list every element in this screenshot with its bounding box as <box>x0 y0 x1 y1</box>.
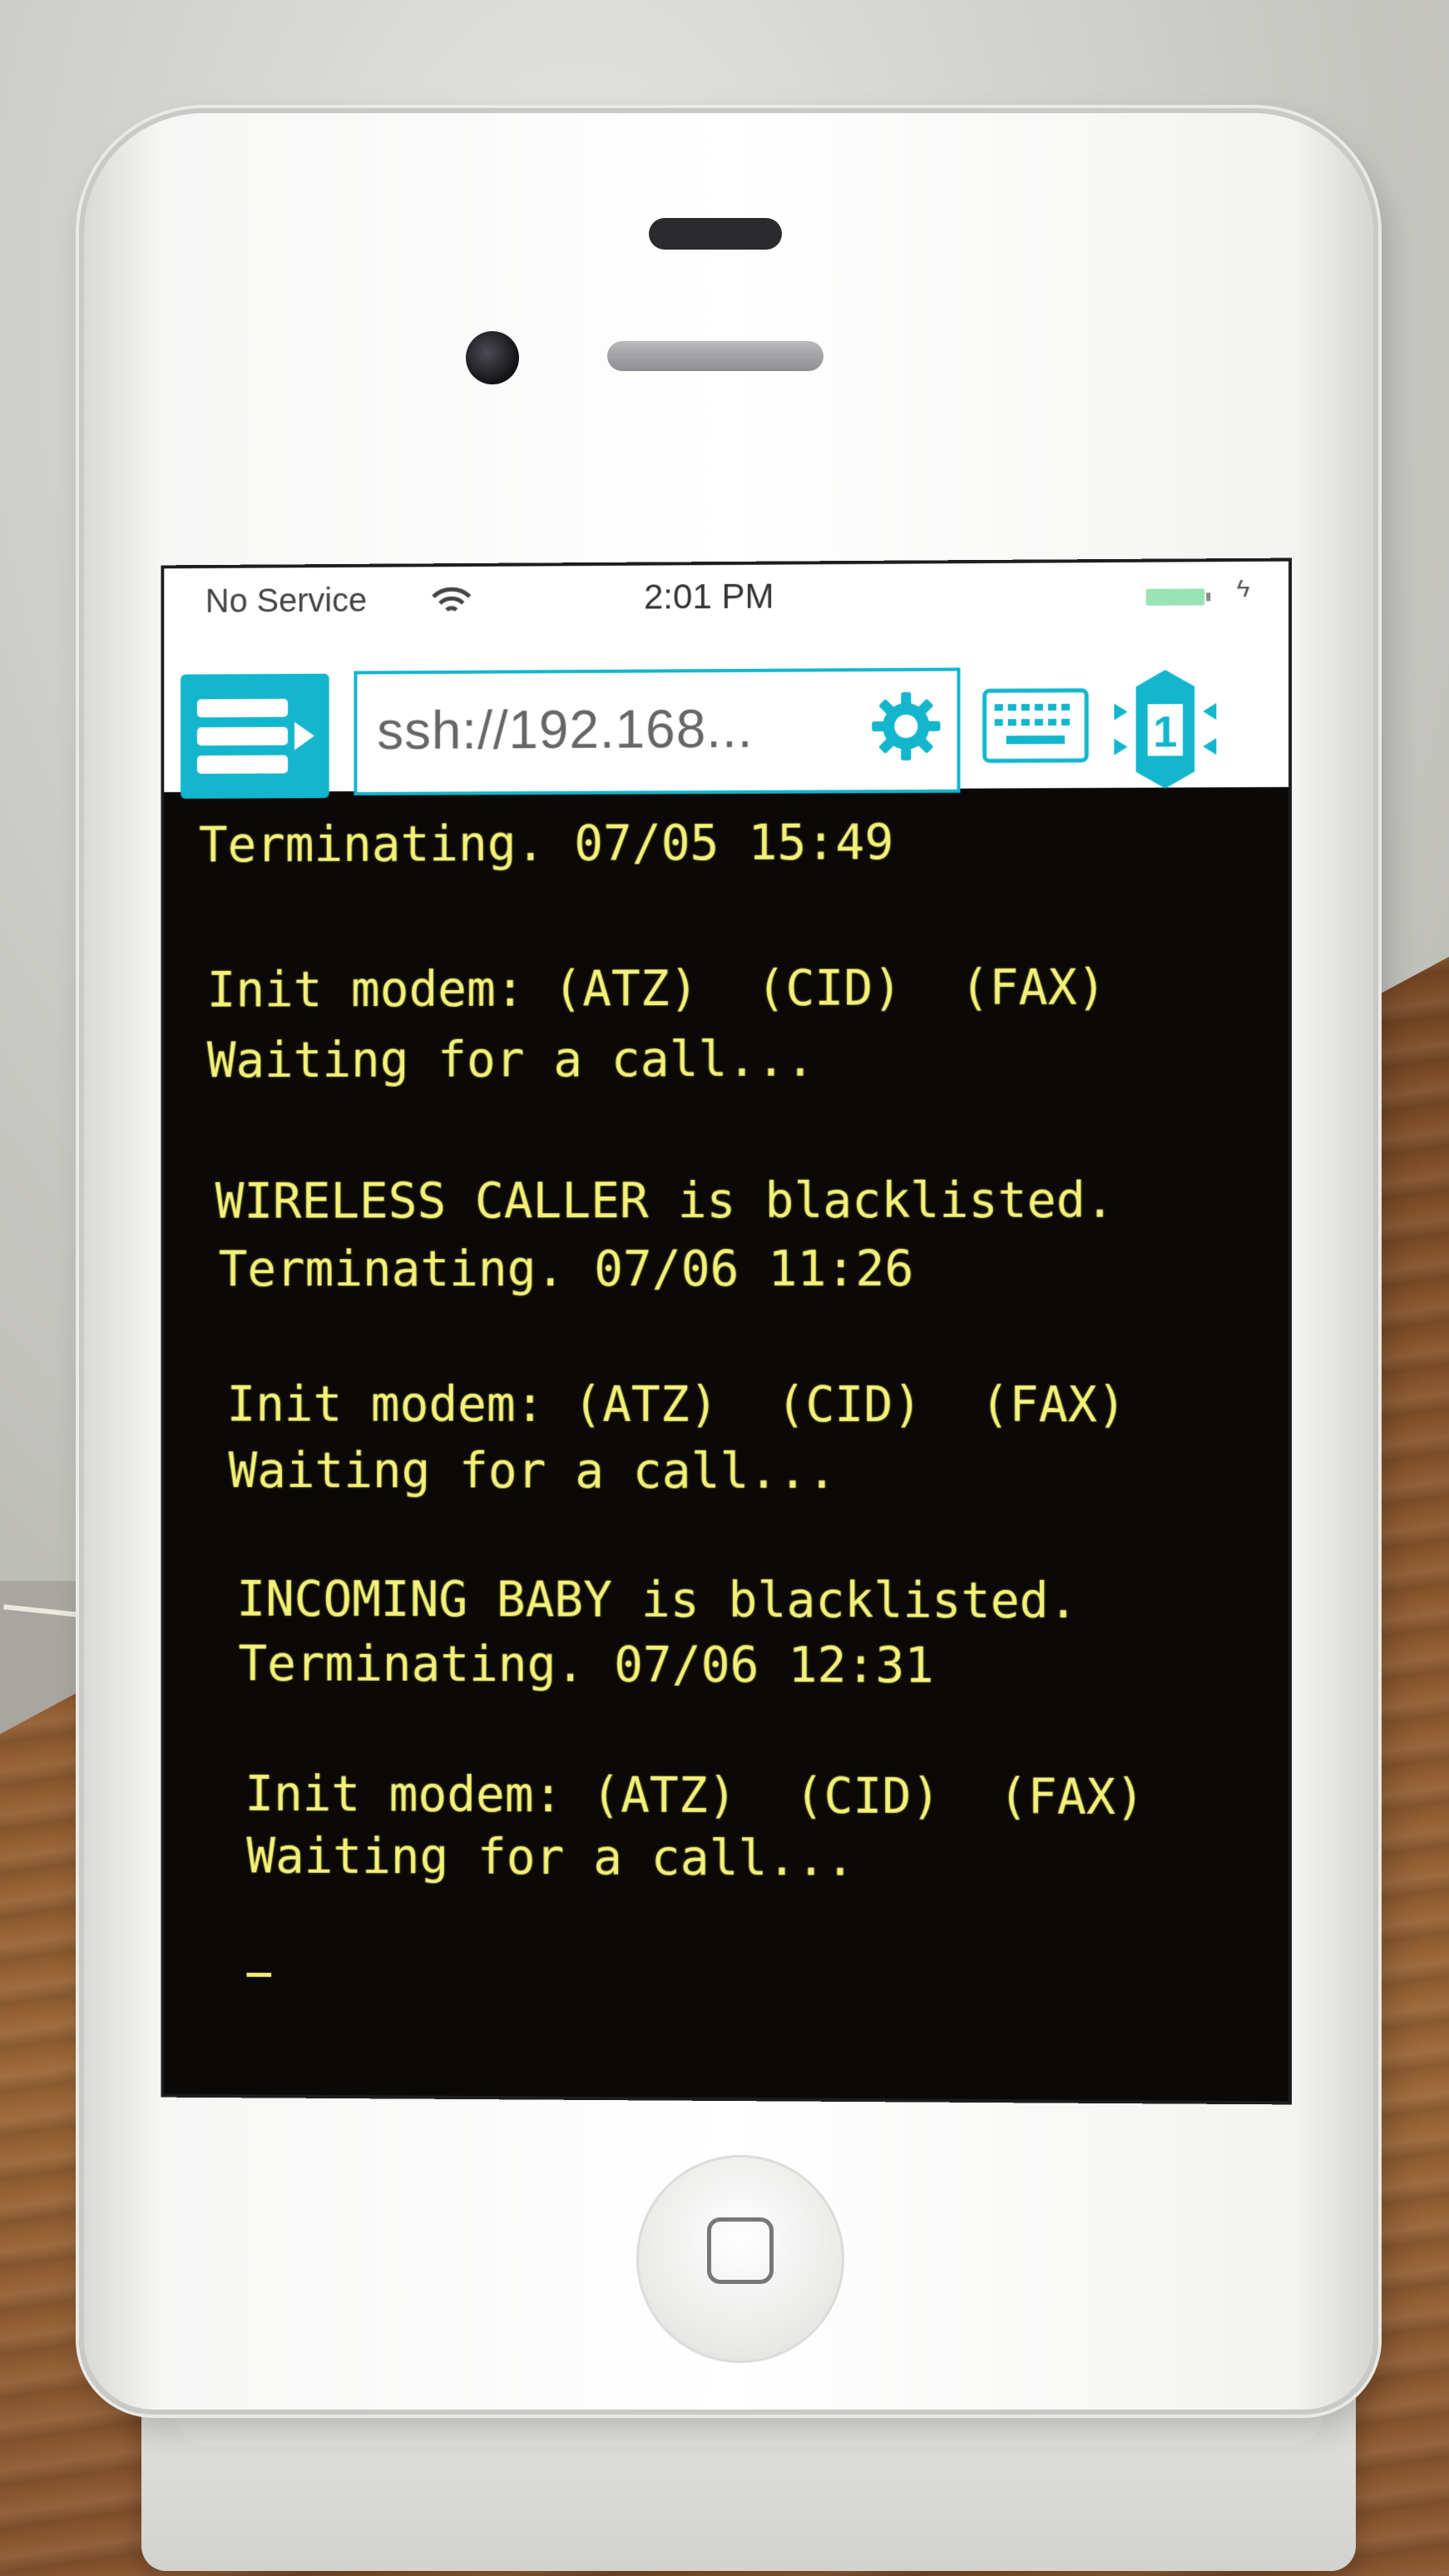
gear-icon[interactable] <box>868 689 943 765</box>
proximity-sensor <box>607 341 823 371</box>
earpiece-speaker <box>649 218 782 250</box>
terminal-cursor <box>246 1972 272 1978</box>
menu-button[interactable] <box>181 673 329 799</box>
terminal-line: Waiting for a call... <box>246 1827 855 1887</box>
terminal-line: INCOMING BABY is blacklisted. <box>236 1570 1078 1630</box>
terminal-line: Terminating. 07/06 12:31 <box>238 1635 934 1694</box>
status-time: 2:01 PM <box>644 576 774 617</box>
menu-arrow-icon <box>196 698 314 774</box>
terminal-line: Waiting for a call... <box>228 1442 837 1500</box>
terminal-output[interactable]: Terminating. 07/05 15:49 Init modem: (AT… <box>164 804 1288 2104</box>
terminal-line: Init modem: (ATZ) (CID) (FAX) <box>226 1375 1127 1434</box>
url-text[interactable]: ssh://192.168... <box>377 698 753 761</box>
charging-icon: ϟ <box>1236 575 1250 603</box>
session-number: 1 <box>1153 707 1177 756</box>
terminal-line: Terminating. 07/05 15:49 <box>198 814 894 874</box>
terminal-line: Terminating. 07/06 11:26 <box>218 1240 914 1298</box>
terminal-line: Waiting for a call... <box>206 1030 815 1089</box>
front-camera <box>466 331 519 384</box>
terminal-line: Init modem: (ATZ) (CID) (FAX) <box>206 959 1106 1018</box>
session-icon: 1 <box>1114 669 1217 789</box>
carrier-label: No Service <box>205 582 368 620</box>
phone-screen: No Service 2:01 PM ϟ ssh://192.168... 1 … <box>161 557 1293 2105</box>
terminal-line: WIRELESS CALLER is blacklisted. <box>215 1172 1115 1230</box>
status-bar: No Service 2:01 PM ϟ <box>164 561 1289 635</box>
session-switcher[interactable]: 1 <box>1110 666 1219 795</box>
keyboard-icon[interactable] <box>982 684 1090 768</box>
battery-icon <box>1145 588 1211 606</box>
wifi-icon <box>430 585 473 618</box>
terminal-line: Init modem: (ATZ) (CID) (FAX) <box>245 1765 1145 1826</box>
home-square-icon <box>707 2217 774 2284</box>
